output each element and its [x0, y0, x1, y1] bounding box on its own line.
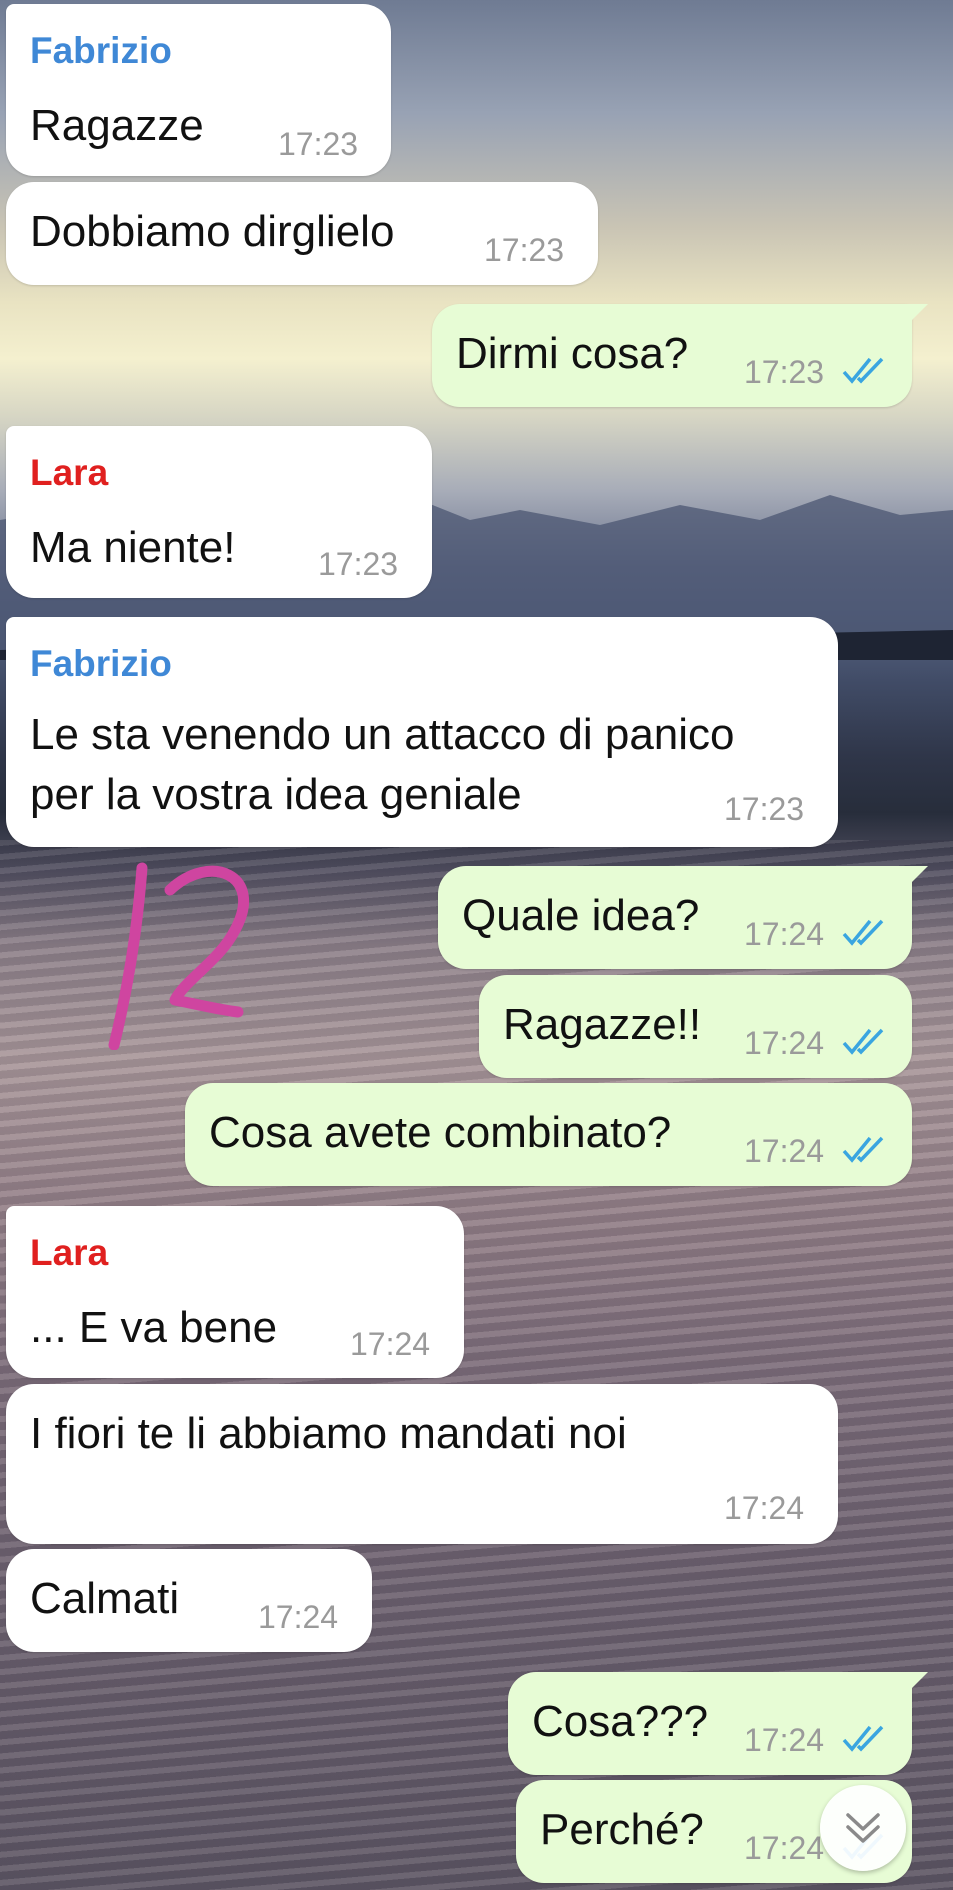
message-bubble[interactable]: Fabrizio Ragazze 17:23: [6, 4, 391, 176]
sender-name[interactable]: Lara: [30, 454, 108, 491]
message-text: ... E va bene: [30, 1303, 278, 1352]
read-receipt-icon: [842, 357, 884, 384]
sender-name[interactable]: Fabrizio: [30, 645, 172, 682]
message-text: Dobbiamo dirglielo: [30, 207, 395, 256]
read-receipt-icon: [842, 1136, 884, 1163]
message-time: 17:23: [484, 232, 565, 268]
message-bubble[interactable]: Quale idea? 17:24: [438, 866, 912, 969]
message-bubble[interactable]: Lara Ma niente! 17:23: [6, 426, 432, 598]
message-time: 17:23: [278, 126, 359, 162]
message-bubble[interactable]: Dobbiamo dirglielo 17:23: [6, 182, 598, 285]
bubble-tail: [906, 1672, 928, 1694]
message-time: 17:24: [350, 1326, 431, 1362]
sender-name[interactable]: Fabrizio: [30, 32, 172, 69]
message-time: 17:24: [744, 916, 825, 952]
message-time: 17:24: [724, 1490, 805, 1526]
read-receipt-icon: [842, 919, 884, 946]
message-text: I fiori te li abbiamo mandati noi: [30, 1409, 627, 1458]
double-chevron-down-icon: [846, 1813, 880, 1843]
message-text: Quale idea?: [462, 891, 700, 940]
message-time: 17:23: [318, 546, 399, 582]
message-text-line: Le sta venendo un attacco di panico: [30, 710, 735, 759]
message-bubble[interactable]: Calmati 17:24: [6, 1549, 372, 1652]
message-time: 17:24: [744, 1722, 825, 1758]
message-bubble[interactable]: I fiori te li abbiamo mandati noi 17:24: [6, 1384, 838, 1544]
read-receipt-icon: [842, 1028, 884, 1055]
message-bubble[interactable]: Cosa??? 17:24: [508, 1672, 912, 1775]
message-text: Ragazze: [30, 101, 204, 150]
message-text: Cosa avete combinato?: [209, 1108, 672, 1157]
handwritten-12-annotation: [108, 862, 250, 1050]
message-text: Perché?: [540, 1805, 704, 1854]
scroll-to-bottom-button[interactable]: [820, 1785, 906, 1871]
bubble-tail: [906, 304, 928, 326]
message-bubble[interactable]: Ragazze!! 17:24: [479, 975, 912, 1078]
read-receipt-icon: [842, 1725, 884, 1752]
message-text: Ragazze!!: [503, 1000, 702, 1049]
message-time: 17:24: [744, 1025, 825, 1061]
bubble-tail: [906, 866, 928, 888]
message-time: 17:23: [744, 354, 825, 390]
sender-name[interactable]: Lara: [30, 1234, 108, 1271]
message-time: 17:23: [724, 791, 805, 827]
message-bubble[interactable]: Lara ... E va bene 17:24: [6, 1206, 464, 1378]
message-text-line: per la vostra idea geniale: [30, 770, 522, 819]
message-text: Cosa???: [532, 1697, 709, 1746]
message-time: 17:24: [744, 1830, 825, 1866]
message-text: Calmati: [30, 1574, 180, 1623]
message-bubble[interactable]: Fabrizio Le sta venendo un attacco di pa…: [6, 617, 838, 847]
message-bubble[interactable]: Dirmi cosa? 17:23: [432, 304, 912, 407]
message-time: 17:24: [744, 1133, 825, 1169]
message-text: Ma niente!: [30, 523, 236, 572]
message-time: 17:24: [258, 1599, 339, 1635]
message-bubble[interactable]: Cosa avete combinato? 17:24: [185, 1083, 912, 1186]
message-text: Dirmi cosa?: [456, 329, 689, 378]
